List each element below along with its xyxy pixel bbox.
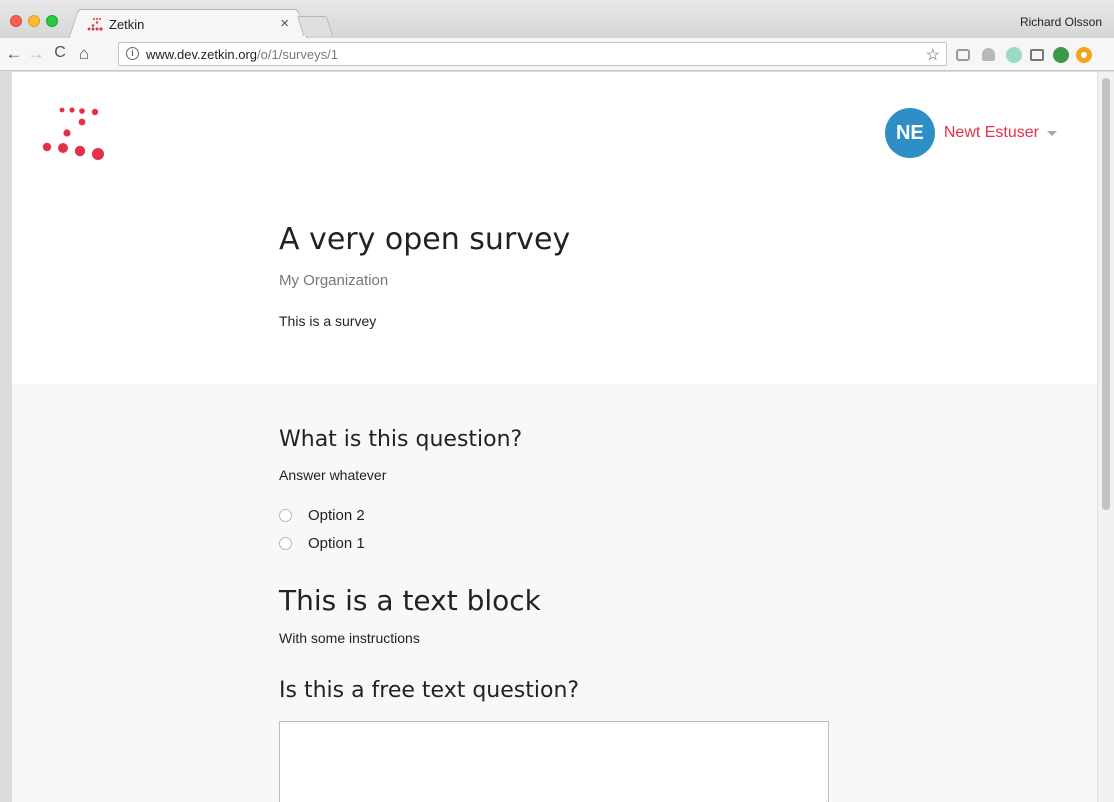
question-title: What is this question? <box>279 427 523 452</box>
browser-titlebar: Zetkin × Richard Olsson <box>0 0 1114 39</box>
text-block-content: With some instructions <box>279 630 420 646</box>
bookmark-star-icon[interactable]: ☆ <box>926 45 940 65</box>
radio-button[interactable] <box>279 536 292 550</box>
user-name[interactable]: Newt Estuser <box>944 124 1039 142</box>
cast-icon[interactable] <box>1030 49 1044 61</box>
maximize-window-button[interactable] <box>46 15 58 27</box>
home-icon[interactable]: ⌂ <box>74 44 94 64</box>
address-url[interactable]: www.dev.zetkin.org/o/1/surveys/1 <box>146 47 338 62</box>
survey-info-text: This is a survey <box>279 313 377 329</box>
orange-extension-icon[interactable] <box>1076 47 1092 63</box>
radio-option-1[interactable]: Option 1 <box>279 533 365 553</box>
url-path: /o/1/surveys/1 <box>257 47 338 62</box>
survey-elements-section: What is this question? Answer whatever O… <box>12 384 1097 802</box>
zetkin-logo-icon[interactable] <box>40 106 108 162</box>
user-menu[interactable]: NE Newt Estuser <box>884 108 1057 158</box>
survey-title: A very open survey <box>279 222 571 257</box>
drive-icon[interactable] <box>982 48 995 61</box>
question-title: Is this a free text question? <box>279 678 580 703</box>
avatar[interactable]: NE <box>884 108 935 158</box>
chevron-down-icon[interactable] <box>1047 130 1057 136</box>
reload-icon[interactable]: C <box>50 44 70 62</box>
globe-icon[interactable] <box>1006 47 1022 63</box>
new-tab-button[interactable] <box>296 16 334 36</box>
address-bar[interactable]: i www.dev.zetkin.org/o/1/surveys/1 ☆ <box>118 42 947 66</box>
browser-toolbar: ← → C ⌂ i www.dev.zetkin.org/o/1/surveys… <box>0 38 1114 71</box>
scrollbar-thumb[interactable] <box>1102 78 1110 510</box>
text-block-title: This is a text block <box>279 584 541 617</box>
option-label[interactable]: Option 2 <box>308 507 365 524</box>
radio-option-2[interactable]: Option 2 <box>279 505 365 525</box>
site-info-icon[interactable]: i <box>126 47 139 60</box>
window-border <box>0 72 12 802</box>
zetkin-favicon-icon <box>87 18 103 31</box>
organization-name: My Organization <box>279 272 389 289</box>
refresh-extension-icon[interactable] <box>1053 47 1069 63</box>
tab-zetkin[interactable]: Zetkin × <box>80 9 296 39</box>
camera-icon[interactable] <box>956 49 970 61</box>
back-arrow-icon[interactable]: ← <box>4 44 24 64</box>
page-viewport: NE Newt Estuser A very open survey My Or… <box>12 72 1097 802</box>
close-window-button[interactable] <box>10 15 22 27</box>
option-label[interactable]: Option 1 <box>308 535 365 552</box>
browser-profile-name[interactable]: Richard Olsson <box>1020 15 1102 29</box>
free-text-answer-field[interactable] <box>279 721 829 802</box>
close-tab-icon[interactable]: × <box>280 15 289 32</box>
forward-arrow-icon[interactable]: → <box>26 44 46 64</box>
minimize-window-button[interactable] <box>28 15 40 27</box>
url-host: www.dev.zetkin.org <box>146 47 258 62</box>
survey-header-section: NE Newt Estuser A very open survey My Or… <box>12 72 1097 384</box>
radio-button[interactable] <box>279 508 292 522</box>
question-description: Answer whatever <box>279 467 387 483</box>
tab-title: Zetkin <box>109 17 145 32</box>
vertical-scrollbar[interactable] <box>1097 72 1114 802</box>
